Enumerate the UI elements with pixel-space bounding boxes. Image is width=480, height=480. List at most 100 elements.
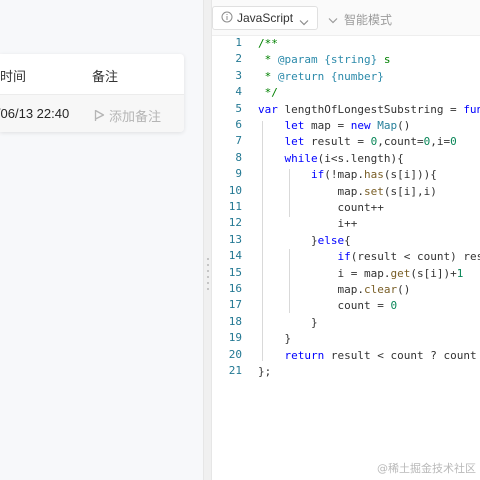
code-token: new [350, 119, 371, 132]
code-token: 1 [456, 266, 464, 280]
code-line: count = 0 [258, 298, 397, 314]
code-token: () [397, 283, 411, 296]
table-header: 提交时间 备注 [0, 54, 184, 95]
code-token: (!map. [324, 168, 364, 182]
code-token: 0 [450, 135, 457, 149]
header-note: 备注 [92, 69, 119, 84]
code-token: map = [304, 119, 351, 132]
code-line: map.set(s[i],i) [258, 184, 437, 200]
code-token: while [284, 151, 318, 165]
code-token: map. [258, 184, 364, 198]
chevron-down-icon [328, 13, 338, 27]
code-line: if(!map.has(s[i])){ [258, 167, 437, 183]
line-number: 3 [235, 68, 242, 82]
code-token: let [284, 119, 305, 132]
code-line: if(result < count) result = count [258, 249, 480, 265]
code-line: */ [258, 85, 278, 101]
line-number: 7 [235, 134, 242, 148]
code-line: } [258, 315, 318, 331]
code-token: ,count= [377, 135, 424, 149]
code-token: i++ [258, 217, 358, 231]
code-token: i = map. [258, 266, 391, 280]
line-number: 16 [228, 282, 242, 295]
code-token: has [363, 168, 384, 182]
line-number: 2 [235, 52, 242, 66]
line-number: 20 [228, 347, 242, 361]
code-token: s [377, 53, 391, 67]
code-token: } [258, 332, 292, 346]
code-token: clear [363, 283, 398, 296]
code-line: return result < count ? count : result [258, 348, 480, 364]
add-note-label: 添加备注 [109, 109, 162, 124]
code-token: count = [258, 299, 391, 313]
code-token: if [337, 250, 351, 264]
code-token: get [390, 266, 411, 280]
code-line: } [258, 331, 291, 347]
code-token: count++ [258, 201, 384, 214]
code-token: map. [258, 283, 364, 296]
smart-mode-toggle[interactable]: 智能模式 [328, 11, 392, 28]
code-token: (s[i])){ [383, 168, 437, 182]
chevron-down-icon [299, 15, 309, 29]
code-token: { [344, 233, 351, 247]
code-line: let result = 0,count=0,i=0 [258, 134, 457, 150]
code-area[interactable]: /** * @param {string} s * @return {numbe… [258, 36, 480, 480]
code-token: (i<s.length){ [317, 151, 404, 165]
code-line: }else{ [258, 233, 351, 249]
code-token: set [363, 184, 384, 198]
submit-time-cell: 2022/06/13 22:40 [0, 106, 70, 121]
code-editor[interactable]: 1 2 3 4 5 6 7 8 9 10 11 12 13 14 15 16 17 18 19 20 21 /** * … [212, 36, 480, 480]
code-token: (s[i],i) [383, 184, 437, 198]
code-line: i++ [258, 216, 357, 232]
drag-handle-icon [207, 258, 209, 294]
line-number: 21 [228, 364, 242, 377]
code-line: i = map.get(s[i])+1 [258, 266, 463, 282]
code-token: if [310, 168, 325, 182]
code-token: var [258, 102, 278, 116]
language-select[interactable]: JavaScript [212, 6, 318, 30]
code-token: return [284, 348, 325, 362]
line-number: 15 [228, 265, 242, 279]
code-token: * [258, 53, 278, 67]
code-token: @param [277, 53, 318, 67]
code-token: result = [304, 135, 371, 149]
code-token: lengthOfLongestSubstring = [277, 102, 464, 116]
watermark: @稀土掘金技术社区 [377, 462, 476, 475]
code-token: {string} [324, 53, 378, 67]
language-label: JavaScript [237, 11, 294, 25]
add-note-button[interactable]: 添加备注 [94, 106, 161, 125]
code-token: () [397, 119, 411, 132]
line-number: 13 [228, 232, 242, 246]
code-line: /** [258, 36, 278, 52]
code-token: (result < count) result = count [350, 250, 480, 264]
code-token: } [258, 233, 318, 247]
code-token: let [284, 135, 305, 149]
code-token: }; [258, 365, 272, 378]
code-token: */ [258, 86, 278, 100]
line-number: 4 [235, 85, 242, 99]
flag-icon [94, 109, 105, 122]
line-number: 17 [228, 298, 242, 312]
code-token: (s[i])+ [410, 266, 457, 280]
header-submit-time: 提交时间 [0, 69, 27, 84]
panel-resize-handle[interactable] [203, 0, 212, 480]
code-token: /** [258, 37, 278, 50]
line-number: 12 [228, 216, 242, 230]
code-line: map.clear() [258, 282, 410, 298]
table-row[interactable]: 2022/06/13 22:40 添加备注 [0, 95, 184, 132]
info-icon [221, 11, 233, 26]
code-line: let map = new Map() [258, 118, 411, 134]
code-token: result < count ? count : result [330, 348, 477, 362]
code-line: while(i<s.length){ [258, 151, 404, 167]
code-token: } [258, 315, 318, 329]
line-number: 6 [235, 118, 242, 131]
line-number: 14 [228, 249, 242, 263]
line-number: 10 [228, 183, 242, 197]
line-number-gutter: 1 2 3 4 5 6 7 8 9 10 11 12 13 14 15 16 17 18 19 20 21 [212, 36, 246, 480]
code-token: else [317, 233, 345, 247]
line-number: 9 [235, 167, 242, 181]
